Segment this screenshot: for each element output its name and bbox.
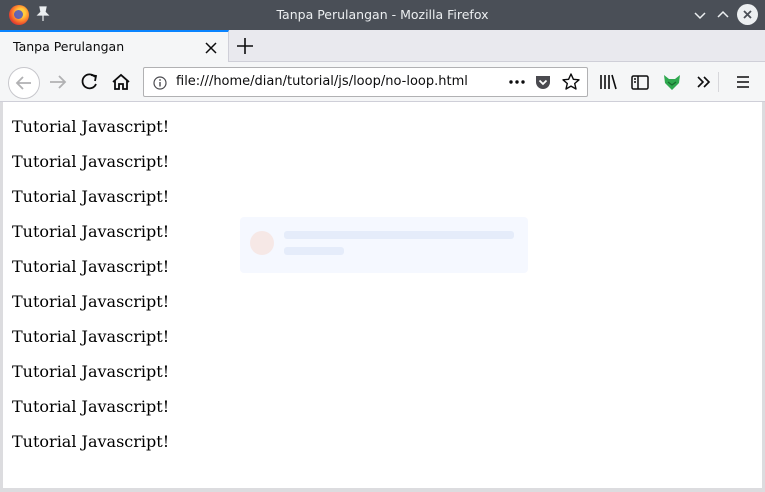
navigation-toolbar: file:///home/dian/tutorial/js/loop/no-lo… — [0, 62, 765, 102]
page-text-line: Tutorial Javascript! — [12, 327, 170, 346]
page-text-line: Tutorial Javascript! — [12, 397, 170, 416]
tab-tanpa-perulangan[interactable]: Tanpa Perulangan — [0, 30, 229, 62]
pocket-icon[interactable] — [534, 73, 552, 91]
back-icon[interactable] — [8, 67, 40, 99]
window-titlebar: Tanpa Perulangan - Mozilla Firefox — [0, 0, 765, 30]
page-text-line: Tutorial Javascript! — [12, 432, 170, 451]
url-bar[interactable]: file:///home/dian/tutorial/js/loop/no-lo… — [143, 67, 588, 97]
page-text-line: Tutorial Javascript! — [12, 152, 170, 171]
bookmark-star-icon[interactable] — [561, 72, 581, 92]
page-text-line: Tutorial Javascript! — [12, 117, 170, 136]
reload-icon[interactable] — [76, 68, 104, 96]
window-title: Tanpa Perulangan - Mozilla Firefox — [276, 7, 489, 22]
more-actions-icon[interactable] — [506, 72, 528, 92]
toolbar-separator — [718, 72, 719, 92]
hamburger-menu-icon[interactable] — [729, 68, 757, 96]
page-text-line: Tutorial Javascript! — [12, 222, 170, 241]
home-icon[interactable] — [107, 68, 135, 96]
forward-icon[interactable] — [44, 68, 72, 96]
url-text[interactable]: file:///home/dian/tutorial/js/loop/no-lo… — [176, 74, 468, 89]
info-icon[interactable] — [153, 75, 167, 90]
close-tab-icon[interactable] — [204, 40, 218, 54]
maximize-icon[interactable] — [713, 5, 733, 25]
tab-label: Tanpa Perulangan — [13, 39, 125, 54]
new-tab-plus-icon[interactable] — [235, 36, 255, 56]
page-text-line: Tutorial Javascript! — [12, 292, 170, 311]
tab-strip: Tanpa Perulangan — [0, 30, 765, 62]
extension-fox-icon[interactable] — [658, 68, 686, 96]
library-icon[interactable] — [594, 68, 622, 96]
faded-notification-overlay — [240, 217, 528, 273]
close-window-icon[interactable] — [737, 4, 758, 25]
overflow-icon[interactable] — [690, 68, 718, 96]
faded-notification-icon — [250, 231, 274, 255]
faded-notification-bar — [284, 231, 514, 239]
page-content: Tutorial Javascript! Tutorial Javascript… — [3, 102, 762, 488]
faded-notification-bar — [284, 247, 344, 255]
page-text-line: Tutorial Javascript! — [12, 187, 170, 206]
minimize-icon[interactable] — [690, 5, 710, 25]
sidebar-icon[interactable] — [626, 68, 654, 96]
window-frame-bottom — [0, 488, 765, 492]
page-text-line: Tutorial Javascript! — [12, 362, 170, 381]
page-text-line: Tutorial Javascript! — [12, 257, 170, 276]
